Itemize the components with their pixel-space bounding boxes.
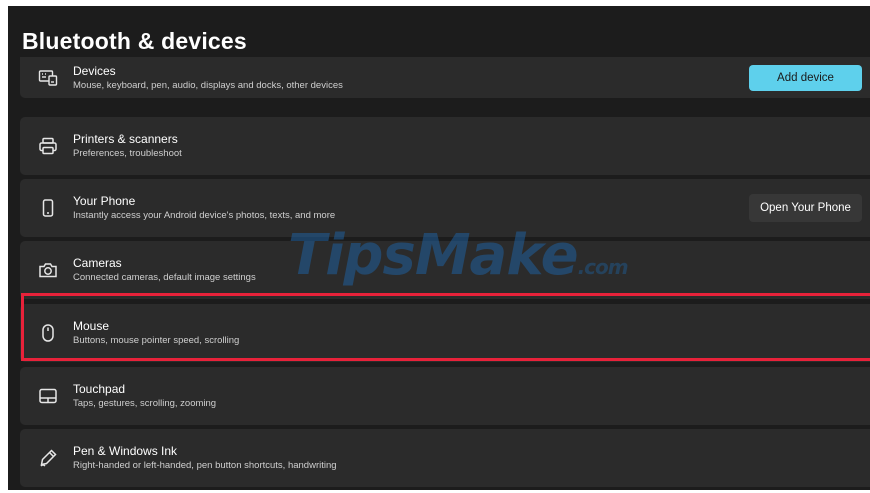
settings-item-mouse[interactable]: Mouse Buttons, mouse pointer speed, scro… bbox=[20, 304, 870, 362]
settings-item-subtitle: Preferences, troubleshoot bbox=[73, 148, 182, 159]
settings-item-cameras[interactable]: Cameras Connected cameras, default image… bbox=[20, 241, 870, 299]
settings-item-title: Printers & scanners bbox=[73, 132, 178, 146]
settings-window: Bluetooth & devices Devices Mouse, keybo… bbox=[8, 6, 870, 490]
settings-item-pen-windows-ink[interactable]: Pen & Windows Ink Right-handed or left-h… bbox=[20, 429, 870, 487]
settings-item-touchpad[interactable]: Touchpad Taps, gestures, scrolling, zoom… bbox=[20, 367, 870, 425]
settings-item-subtitle: Buttons, mouse pointer speed, scrolling bbox=[73, 335, 240, 346]
settings-item-printers-scanners[interactable]: Printers & scanners Preferences, trouble… bbox=[20, 117, 870, 175]
camera-icon bbox=[38, 260, 58, 280]
settings-item-subtitle: Right-handed or left-handed, pen button … bbox=[73, 460, 337, 471]
settings-item-title: Pen & Windows Ink bbox=[73, 444, 178, 458]
devices-icon bbox=[38, 68, 58, 88]
settings-item-subtitle: Connected cameras, default image setting… bbox=[73, 272, 256, 283]
settings-item-subtitle: Taps, gestures, scrolling, zooming bbox=[73, 398, 217, 409]
pen-icon bbox=[38, 448, 58, 468]
mouse-icon bbox=[38, 323, 58, 343]
settings-item-title: Devices bbox=[73, 63, 116, 78]
printer-icon bbox=[38, 136, 58, 156]
settings-item-title: Cameras bbox=[73, 256, 122, 270]
settings-item-your-phone[interactable]: Your Phone Instantly access your Android… bbox=[20, 179, 870, 237]
phone-icon bbox=[38, 198, 58, 218]
settings-item-title: Mouse bbox=[73, 319, 110, 333]
settings-item-subtitle: Mouse, keyboard, pen, audio, displays an… bbox=[73, 79, 343, 91]
settings-item-title: Your Phone bbox=[73, 194, 136, 208]
page-title: Bluetooth & devices bbox=[22, 28, 247, 54]
settings-item-devices[interactable]: Devices Mouse, keyboard, pen, audio, dis… bbox=[20, 57, 870, 98]
touchpad-icon bbox=[38, 386, 58, 406]
settings-item-subtitle: Instantly access your Android device's p… bbox=[73, 210, 336, 221]
settings-item-title: Touchpad bbox=[73, 382, 126, 396]
open-your-phone-button[interactable]: Open Your Phone bbox=[749, 194, 862, 222]
add-device-button[interactable]: Add device bbox=[749, 64, 862, 91]
